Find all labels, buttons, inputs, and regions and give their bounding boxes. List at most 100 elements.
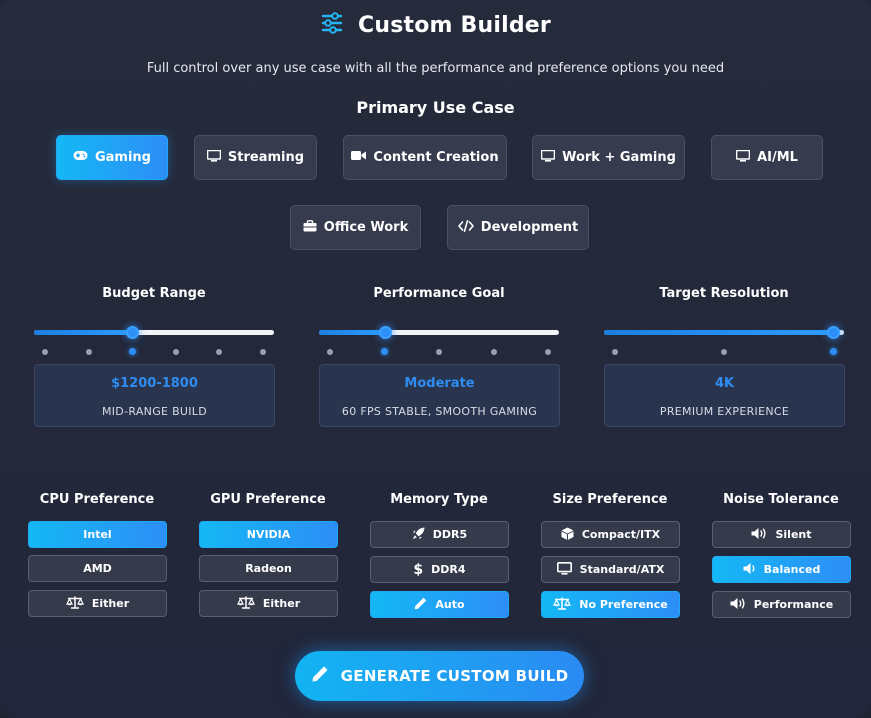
scale-icon <box>236 596 255 612</box>
monitor-icon <box>540 149 556 166</box>
performance-goal-value-card: Moderate 60 FPS STABLE, SMOOTH GAMING <box>319 364 560 427</box>
generate-button-label: GENERATE CUSTOM BUILD <box>340 667 569 685</box>
use-case-work-gaming-button[interactable]: Work + Gaming <box>532 135 685 180</box>
use-case-label: Gaming <box>94 150 151 165</box>
budget-range-caption: MID-RANGE BUILD <box>101 405 208 418</box>
generate-custom-build-button[interactable]: GENERATE CUSTOM BUILD <box>295 651 584 701</box>
slider-thumb[interactable] <box>126 326 140 339</box>
size-standard-atx-option[interactable]: Standard/ATX <box>541 556 680 583</box>
slider-fill <box>319 330 385 335</box>
slider-step-dot[interactable] <box>381 348 388 355</box>
option-label: NVIDIA <box>246 528 291 541</box>
size-no-preference-option[interactable]: No Preference <box>541 591 680 618</box>
budget-range-slider[interactable] <box>34 326 274 339</box>
page-title: Custom Builder <box>358 12 551 38</box>
rocket-icon <box>412 527 425 543</box>
dollar-icon: $ <box>413 561 424 578</box>
target-resolution-value: 4K <box>714 376 735 391</box>
noise-silent-option[interactable]: Silent <box>712 521 851 548</box>
memory-ddr4-option[interactable]: $ DDR4 <box>370 556 509 583</box>
slider-fill <box>604 330 833 335</box>
slider-thumb[interactable] <box>378 326 392 339</box>
target-resolution-slider[interactable] <box>604 326 844 339</box>
cpu-amd-option[interactable]: AMD <box>28 555 167 582</box>
use-case-title: Primary Use Case <box>356 98 515 117</box>
use-case-development-button[interactable]: Development <box>447 205 589 250</box>
use-case-gaming-button[interactable]: Gaming <box>56 135 168 180</box>
performance-goal-caption: 60 FPS STABLE, SMOOTH GAMING <box>341 405 538 418</box>
budget-range-value: $1200-1800 <box>111 376 198 391</box>
performance-goal-slider[interactable] <box>319 326 559 339</box>
use-case-content-creation-button[interactable]: Content Creation <box>343 135 507 180</box>
option-label: Balanced <box>763 563 821 576</box>
slider-step-dot[interactable] <box>216 349 223 355</box>
option-label: Compact/ITX <box>581 528 661 541</box>
slider-step-dot[interactable] <box>436 349 442 355</box>
slider-step-dot[interactable] <box>829 348 837 355</box>
gpu-nvidia-option[interactable]: NVIDIA <box>199 521 338 548</box>
use-case-office-work-button[interactable]: Office Work <box>290 205 421 250</box>
target-resolution-caption: PREMIUM EXPERIENCE <box>659 405 790 418</box>
slider-step-dot[interactable] <box>545 349 551 355</box>
option-label: Standard/ATX <box>579 563 665 576</box>
slider-thumb[interactable] <box>826 326 840 339</box>
sliders-icon <box>320 11 344 39</box>
option-label: Intel <box>83 528 112 541</box>
noise-tolerance-title: Noise Tolerance <box>723 492 839 507</box>
volume-icon <box>751 527 767 543</box>
option-label: Radeon <box>245 562 292 575</box>
monitor-icon <box>735 149 751 166</box>
use-case-label: Content Creation <box>373 150 499 165</box>
option-label: Silent <box>775 528 812 541</box>
slider-step-dot[interactable] <box>42 349 48 355</box>
slider-step-dot[interactable] <box>85 349 92 355</box>
option-label: AMD <box>83 562 112 575</box>
budget-range-steps <box>42 347 266 357</box>
gpu-either-option[interactable]: Either <box>199 590 338 617</box>
slider-step-dot[interactable] <box>260 349 266 355</box>
page-subtitle: Full control over any use case with all … <box>146 61 725 76</box>
volume-low-icon <box>743 562 756 578</box>
performance-goal-value: Moderate <box>404 376 475 391</box>
size-compact-itx-option[interactable]: Compact/ITX <box>541 521 680 548</box>
pencil-icon <box>311 665 329 687</box>
cpu-intel-option[interactable]: Intel <box>28 521 167 548</box>
option-label: DDR5 <box>432 528 468 541</box>
volume-high-icon <box>730 597 746 613</box>
cpu-either-option[interactable]: Either <box>28 590 167 617</box>
scale-icon <box>553 597 572 613</box>
code-icon <box>457 219 474 236</box>
performance-goal-steps <box>327 347 551 357</box>
noise-performance-option[interactable]: Performance <box>712 591 851 618</box>
slider-step-dot[interactable] <box>490 349 497 355</box>
option-label: Performance <box>753 598 834 611</box>
slider-step-dot[interactable] <box>612 349 618 355</box>
slider-step-dot[interactable] <box>172 349 179 355</box>
custom-builder-panel: Custom Builder Full control over any use… <box>0 0 871 718</box>
monitor-icon <box>206 149 222 166</box>
option-label: Auto <box>435 598 465 611</box>
cube-icon <box>561 527 574 543</box>
memory-type-title: Memory Type <box>390 492 488 507</box>
use-case-streaming-button[interactable]: Streaming <box>194 135 317 180</box>
gpu-radeon-option[interactable]: Radeon <box>199 555 338 582</box>
option-label: Either <box>91 597 130 610</box>
noise-balanced-option[interactable]: Balanced <box>712 556 851 583</box>
target-resolution-label: Target Resolution <box>659 286 789 301</box>
target-resolution-steps <box>612 347 837 357</box>
option-label: No Preference <box>579 598 668 611</box>
target-resolution-value-card: 4K PREMIUM EXPERIENCE <box>604 364 845 427</box>
option-label: Either <box>262 597 301 610</box>
gamepad-icon <box>73 150 88 165</box>
slider-step-dot[interactable] <box>128 348 136 355</box>
video-camera-icon <box>351 150 367 165</box>
slider-step-dot[interactable] <box>327 349 333 355</box>
monitor-icon <box>556 561 572 578</box>
memory-ddr5-option[interactable]: DDR5 <box>370 521 509 548</box>
scale-icon <box>65 596 84 612</box>
slider-step-dot[interactable] <box>721 349 727 355</box>
size-preference-title: Size Preference <box>552 492 668 507</box>
memory-auto-option[interactable]: Auto <box>370 591 509 618</box>
use-case-label: AI/ML <box>757 150 798 165</box>
use-case-ai-ml-button[interactable]: AI/ML <box>711 135 823 180</box>
